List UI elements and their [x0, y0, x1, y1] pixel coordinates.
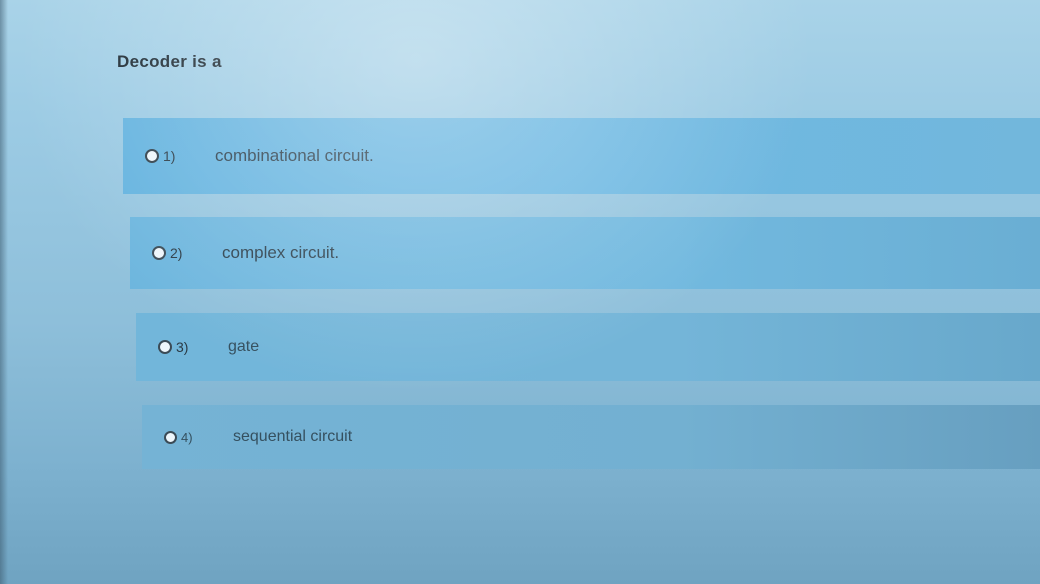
option-1[interactable]: 1) combinational circuit.: [123, 118, 1040, 194]
option-label: complex circuit.: [222, 243, 340, 262]
radio-button-icon[interactable]: [158, 340, 172, 354]
option-number: 3): [176, 339, 189, 355]
radio-button-icon[interactable]: [164, 430, 177, 444]
option-label: gate: [228, 338, 260, 355]
radio-button-icon[interactable]: [145, 149, 159, 163]
radio-button-icon[interactable]: [152, 246, 166, 260]
option-3[interactable]: 3) gate: [136, 313, 1040, 381]
option-2[interactable]: 2) complex circuit.: [130, 217, 1040, 289]
option-number: 1): [163, 148, 176, 164]
screen-glare: [0, 0, 1040, 584]
option-label: sequential circuit: [233, 428, 353, 445]
option-4[interactable]: 4) sequential circuit: [142, 405, 1040, 469]
page-edge-shadow: [0, 0, 8, 584]
question-text: Decoder is a: [117, 52, 222, 71]
option-number: 4): [181, 429, 193, 445]
option-number: 2): [170, 245, 183, 261]
option-label: combinational circuit.: [215, 146, 374, 165]
